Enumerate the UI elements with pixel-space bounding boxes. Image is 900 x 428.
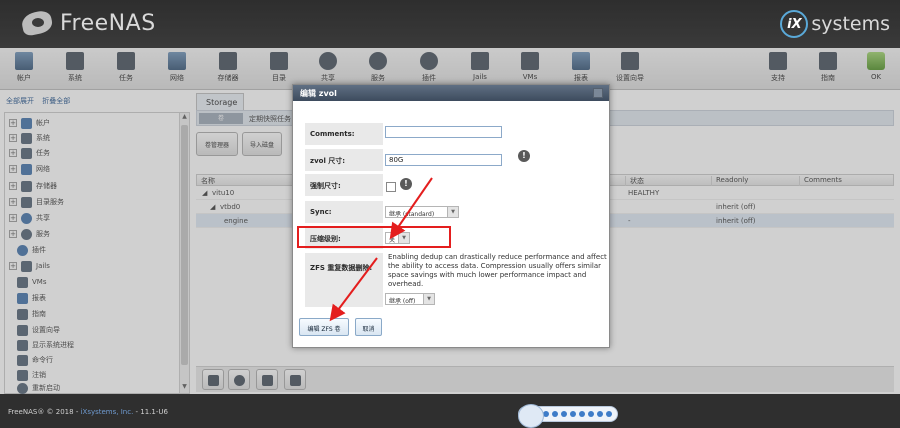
freenas-logo: FreeNAS	[18, 8, 156, 38]
comments-label: Comments:	[305, 123, 383, 145]
info-icon[interactable]: !	[518, 150, 530, 162]
dialog-title: 编辑 zvol	[293, 85, 609, 101]
app-footer: FreeNAS® © 2018 - iXsystems, Inc. - 11.1…	[0, 394, 900, 428]
size-input[interactable]: 80G	[385, 154, 502, 166]
save-zvol-button[interactable]: 编辑 ZFS 卷	[299, 318, 349, 336]
ixsystems-logo: iX systems	[780, 10, 890, 38]
chevron-down-icon[interactable]: ▼	[447, 207, 458, 217]
tool-dot-icon[interactable]	[579, 411, 585, 417]
sync-label: Sync:	[305, 201, 383, 223]
logo-text: FreeNAS	[60, 10, 156, 36]
tool-dot-icon[interactable]	[570, 411, 576, 417]
highlight-box	[297, 226, 451, 248]
assistant-avatar-icon[interactable]	[518, 404, 544, 428]
ix-mark: iX	[780, 10, 809, 38]
dedup-warning: Enabling dedup can drastically reduce pe…	[388, 253, 607, 288]
size-label: zvol 尺寸:	[305, 149, 383, 171]
edit-zvol-dialog: 编辑 zvol Comments: zvol 尺寸: 80G ! 强制尺寸: !…	[292, 84, 610, 348]
cancel-button[interactable]: 取消	[355, 318, 382, 336]
vendor-text: systems	[811, 13, 890, 35]
force-size-checkbox[interactable]	[386, 182, 396, 192]
dedup-label: ZFS 重复数据删除:	[305, 253, 383, 307]
footer-copyright: FreeNAS® © 2018 - iXsystems, Inc. - 11.1…	[8, 408, 168, 416]
dedup-select[interactable]: 继承 (off) ▼	[385, 293, 435, 305]
force-size-label: 强制尺寸:	[305, 174, 383, 196]
shark-logo-icon	[18, 8, 58, 38]
chevron-down-icon[interactable]: ▼	[423, 294, 434, 304]
app-header: FreeNAS iX systems	[0, 0, 900, 48]
tool-dot-icon[interactable]	[561, 411, 567, 417]
close-icon[interactable]	[593, 88, 603, 98]
tool-dot-icon[interactable]	[606, 411, 612, 417]
tool-dot-icon[interactable]	[552, 411, 558, 417]
ixsystems-link[interactable]: iXsystems, Inc.	[81, 408, 134, 416]
tool-dot-icon[interactable]	[597, 411, 603, 417]
comments-input[interactable]	[385, 126, 502, 138]
sync-select[interactable]: 继承 (standard) ▼	[385, 206, 459, 218]
tool-dot-icon[interactable]	[588, 411, 594, 417]
info-icon[interactable]: !	[400, 178, 412, 190]
